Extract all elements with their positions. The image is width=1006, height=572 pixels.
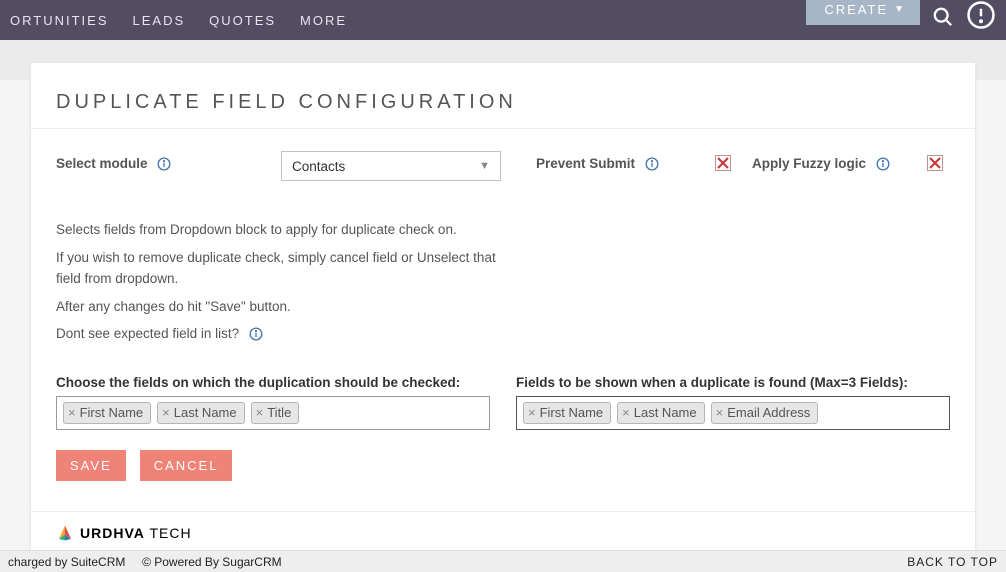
tag-title: ×Title (251, 402, 300, 424)
top-navbar: ORTUNITIES LEADS QUOTES MORE CREATE ▼ (0, 0, 1006, 40)
bottom-left: charged by SuiteCRM © Powered By SugarCR… (8, 555, 282, 569)
dup-fields-col: Choose the fields on which the duplicati… (56, 375, 490, 430)
apply-fuzzy-label: Apply Fuzzy logic (752, 156, 866, 171)
info-icon[interactable] (876, 157, 890, 171)
button-row: SAVE CANCEL (56, 450, 950, 481)
remove-tag-icon[interactable]: × (162, 405, 170, 420)
module-select[interactable]: Contacts ▼ (281, 151, 501, 181)
tag-label: Email Address (727, 405, 810, 420)
tag-label: Last Name (634, 405, 697, 420)
tag-email-address: ×Email Address (711, 402, 819, 424)
top-controls-row: Select module Contacts ▼ Prevent Submit … (56, 151, 950, 181)
help-line: After any changes do hit "Save" button. (56, 296, 516, 318)
create-button[interactable]: CREATE ▼ (806, 0, 920, 25)
page-title: DUPLICATE FIELD CONFIGURATION (56, 91, 950, 114)
help-line: Dont see expected field in list? (56, 323, 516, 345)
show-fields-input[interactable]: ×First Name ×Last Name ×Email Address (516, 396, 950, 430)
config-card: DUPLICATE FIELD CONFIGURATION Select mod… (30, 62, 976, 561)
fields-row: Choose the fields on which the duplicati… (56, 375, 950, 430)
dup-fields-input[interactable]: ×First Name ×Last Name ×Title (56, 396, 490, 430)
nav-item-opportunities[interactable]: ORTUNITIES (10, 13, 109, 28)
help-text: Selects fields from Dropdown block to ap… (56, 219, 516, 345)
footer-brand: URDHVA TECH (80, 525, 192, 541)
prevent-submit-label: Prevent Submit (536, 156, 635, 171)
info-icon[interactable] (157, 157, 171, 171)
search-icon[interactable] (932, 6, 954, 33)
back-to-top-link[interactable]: BACK TO TOP (907, 555, 998, 569)
save-button[interactable]: SAVE (56, 450, 126, 481)
card-body: Select module Contacts ▼ Prevent Submit … (31, 129, 975, 511)
bottom-bar: charged by SuiteCRM © Powered By SugarCR… (0, 550, 1006, 572)
help-line-text: Dont see expected field in list? (56, 326, 239, 341)
remove-tag-icon[interactable]: × (256, 405, 264, 420)
show-fields-label: Fields to be shown when a duplicate is f… (516, 375, 950, 390)
module-select-value: Contacts (292, 159, 345, 174)
tag-label: Last Name (174, 405, 237, 420)
info-icon[interactable] (645, 157, 659, 171)
apply-fuzzy-toggle[interactable] (927, 155, 943, 171)
dup-fields-label: Choose the fields on which the duplicati… (56, 375, 490, 390)
supercharged-text: charged by SuiteCRM (8, 555, 125, 569)
tag-label: Title (267, 405, 291, 420)
tag-first-name: × First Name (63, 402, 151, 424)
create-button-label: CREATE (824, 2, 888, 17)
powered-by-text: © Powered By SugarCRM (142, 555, 282, 569)
caret-down-icon: ▼ (894, 4, 906, 15)
select-module-label: Select module (56, 156, 148, 171)
remove-tag-icon[interactable]: × (716, 405, 724, 420)
nav-item-quotes[interactable]: QUOTES (209, 13, 276, 28)
remove-tag-icon[interactable]: × (68, 405, 76, 420)
help-line: If you wish to remove duplicate check, s… (56, 247, 516, 290)
select-module-label-wrap: Select module (56, 151, 281, 171)
tag-last-name: × Last Name (157, 402, 244, 424)
remove-tag-icon[interactable]: × (622, 405, 630, 420)
prevent-submit-label-wrap: Prevent Submit (536, 156, 659, 171)
show-fields-col: Fields to be shown when a duplicate is f… (516, 375, 950, 430)
prevent-submit-toggle[interactable] (715, 155, 731, 171)
cancel-button[interactable]: CANCEL (140, 450, 233, 481)
info-icon[interactable] (249, 327, 263, 341)
remove-tag-icon[interactable]: × (528, 405, 536, 420)
nav-list: ORTUNITIES LEADS QUOTES MORE (10, 13, 347, 28)
tag-last-name: × Last Name (617, 402, 704, 424)
tag-first-name: × First Name (523, 402, 611, 424)
tag-label: First Name (540, 405, 604, 420)
notification-icon[interactable] (966, 0, 996, 35)
tag-label: First Name (80, 405, 144, 420)
nav-item-leads[interactable]: LEADS (133, 13, 186, 28)
apply-fuzzy-label-wrap: Apply Fuzzy logic (752, 156, 890, 171)
card-header: DUPLICATE FIELD CONFIGURATION (31, 63, 975, 129)
help-line: Selects fields from Dropdown block to ap… (56, 219, 516, 241)
chevron-down-icon: ▼ (479, 160, 490, 172)
nav-item-more[interactable]: MORE (300, 13, 347, 28)
urdhva-logo-icon (56, 524, 74, 542)
